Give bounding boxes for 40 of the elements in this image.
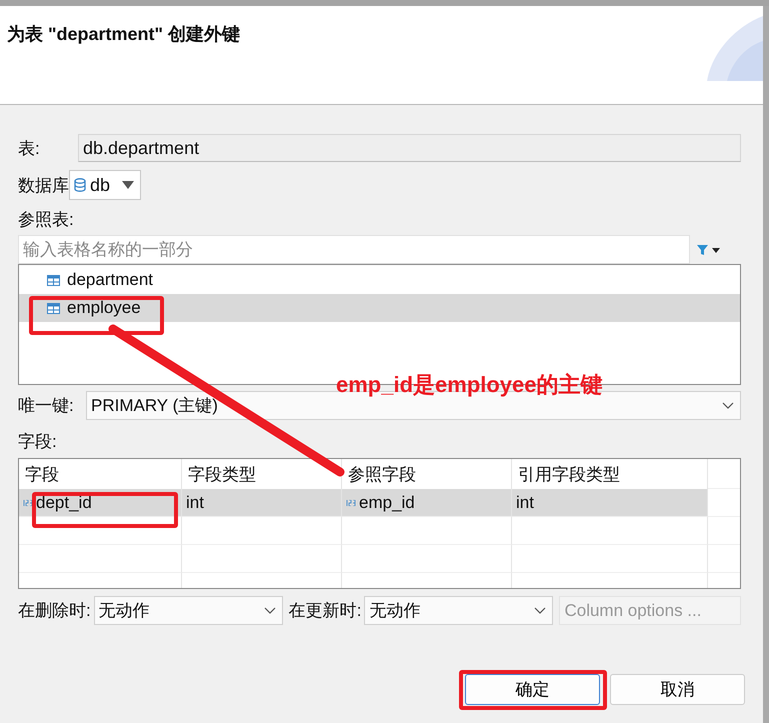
dialog-button[interactable]: 取消 xyxy=(610,674,745,705)
empty-cell[interactable] xyxy=(512,517,708,545)
empty-cell[interactable] xyxy=(182,517,342,545)
table-icon xyxy=(47,274,60,286)
database-icon xyxy=(74,178,86,192)
table-filter-field[interactable]: 输入表格名称的一部分 xyxy=(18,235,690,264)
table-cell: int xyxy=(186,492,204,512)
empty-cell[interactable] xyxy=(182,545,342,573)
database-label: 数据库 xyxy=(18,174,69,196)
table-label: 表: xyxy=(18,138,41,160)
on-update-combo[interactable]: 无动作 xyxy=(364,596,554,625)
filter-icon xyxy=(696,244,720,256)
chevron-down-icon xyxy=(534,607,546,614)
on-delete-combo[interactable]: 无动作 xyxy=(94,596,283,625)
empty-cell[interactable] xyxy=(512,545,708,573)
empty-cell[interactable] xyxy=(19,517,182,545)
reference-table-label: 参照表: xyxy=(18,209,75,231)
on-delete-label: 在删除时: xyxy=(18,600,91,622)
number-type-icon xyxy=(23,500,33,506)
fields-label: 字段: xyxy=(18,431,58,453)
table-name-field: db.department xyxy=(78,134,741,162)
table-list-item[interactable]: department xyxy=(19,266,740,294)
number-type-icon xyxy=(346,500,356,506)
unique-key-label: 唯一键: xyxy=(18,395,75,417)
empty-cell[interactable] xyxy=(342,517,512,545)
on-update-label: 在更新时: xyxy=(288,600,362,622)
table-row[interactable]: dept_id int emp_id int xyxy=(19,489,740,517)
chevron-down-icon xyxy=(722,402,734,409)
dropdown-arrow-icon xyxy=(122,181,134,189)
empty-cell[interactable] xyxy=(342,545,512,573)
dialog-button[interactable]: 确定 xyxy=(465,674,600,705)
chevron-down-icon xyxy=(264,607,276,614)
table-cell: emp_id xyxy=(359,492,415,512)
window-title: 为表 "department" 创建外键 xyxy=(7,23,240,46)
table-cell: int xyxy=(516,492,534,512)
table-list-item[interactable]: employee xyxy=(19,294,740,322)
empty-cell[interactable] xyxy=(19,545,182,573)
table-cell: dept_id xyxy=(36,492,92,512)
table-icon xyxy=(47,302,60,314)
database-combo[interactable]: db xyxy=(69,170,142,200)
